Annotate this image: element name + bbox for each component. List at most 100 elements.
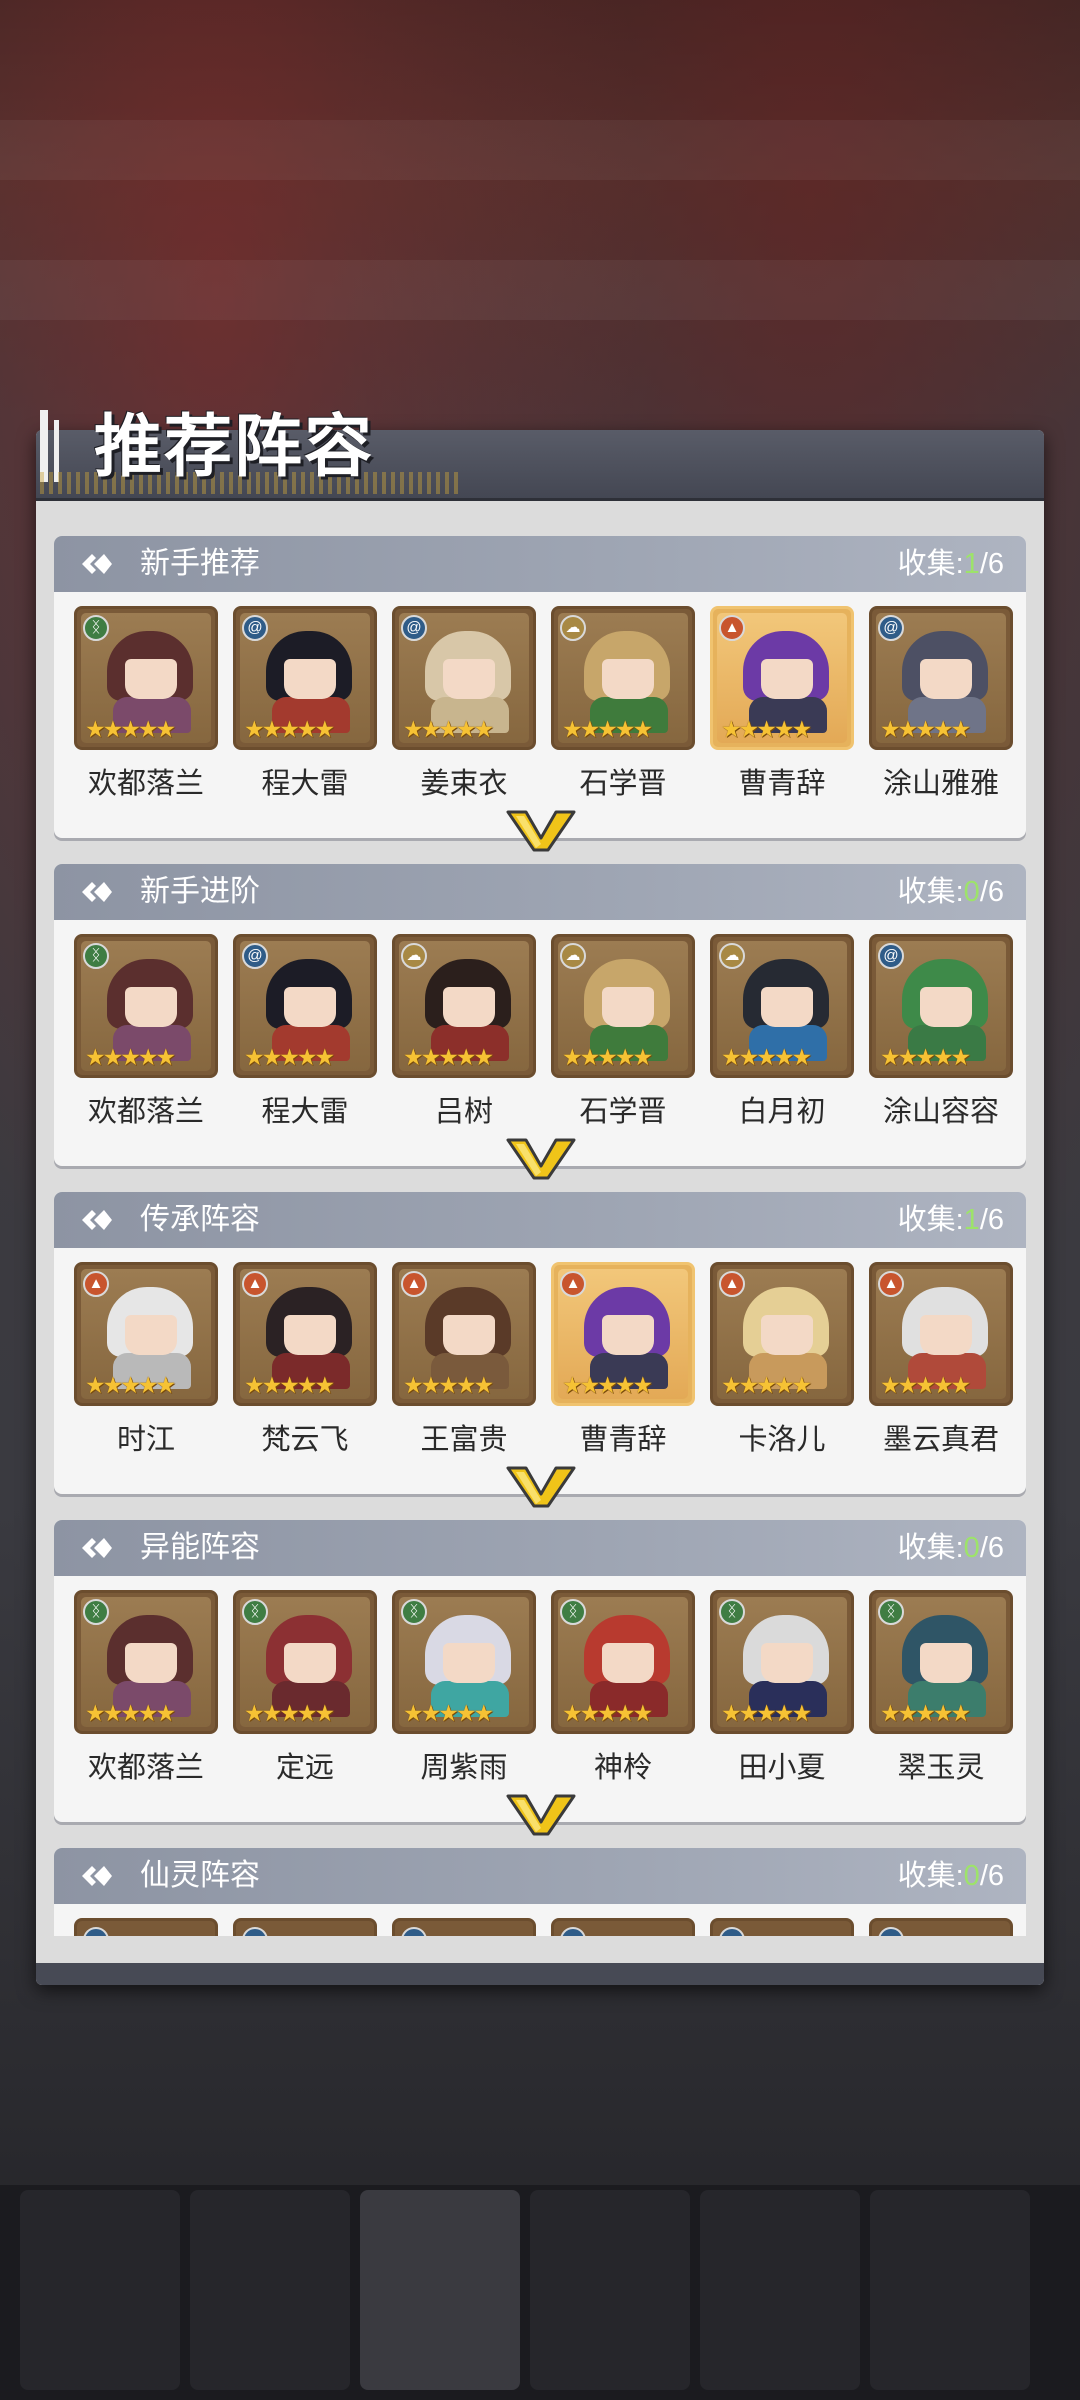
- section-header[interactable]: 仙灵阵容 收集:0/6: [54, 1848, 1026, 1904]
- hero-card[interactable]: ▲ ★★★★★: [551, 1262, 695, 1406]
- hero-face: [443, 1643, 495, 1683]
- hero-card[interactable]: ▲ ★★★★★: [710, 606, 854, 750]
- hero-card[interactable]: ᛝ ★★★★★: [74, 1590, 218, 1734]
- hero-card[interactable]: ᛝ ★★★★★: [551, 1590, 695, 1734]
- cloud-icon: ☁: [560, 615, 586, 641]
- star-rating: ★★★★★: [880, 1700, 971, 1726]
- hero-card[interactable]: @ ★★★★★: [233, 934, 377, 1078]
- hero-name: 涂山雅雅: [882, 768, 999, 800]
- hero-name: 吕树: [434, 1096, 493, 1128]
- hero-face: [125, 1643, 177, 1683]
- lineup-section: 传承阵容 收集:1/6 ▲ ★★★★★ 时江 ▲ ★★★★★ 梵云飞 ▲ ★★★★★ 王富贵 ▲ ★★★…: [54, 1192, 1026, 1508]
- hero-name: 欢都落兰: [87, 1752, 204, 1784]
- lineup-list[interactable]: 新手推荐 收集:1/6 ᛝ ★★★★★ 欢都落兰 @ ★★★★★ 程大雷 @ ★★★★★ 姜束衣 ☁ ★…: [54, 536, 1026, 1936]
- hero-name: 石学晋: [579, 768, 667, 800]
- star-rating: ★★★★★: [721, 1044, 812, 1070]
- hero-card[interactable]: ▲ ★★★★★: [233, 1262, 377, 1406]
- nav-tab[interactable]: [20, 2190, 180, 2390]
- page-title: 推荐阵容: [94, 409, 375, 485]
- swirl-icon: [560, 1927, 586, 1936]
- hero-name: 定远: [275, 1752, 334, 1784]
- collect-label: 收集:: [897, 548, 964, 580]
- star-rating: ★★★★★: [721, 1372, 812, 1398]
- panel-title-block: 推荐阵容: [40, 400, 460, 496]
- hero-card[interactable]: ▲ ★★★★★: [392, 1262, 536, 1406]
- hero-card[interactable]: [869, 1918, 1013, 1936]
- hero-card[interactable]: ☁ ★★★★★: [551, 934, 695, 1078]
- hero-card[interactable]: [74, 1918, 218, 1936]
- star-rating: ★★★★★: [403, 1700, 494, 1726]
- star-rating: ★★★★★: [880, 1044, 971, 1070]
- hero-card[interactable]: [233, 1918, 377, 1936]
- chevron-down-icon[interactable]: [506, 1464, 576, 1508]
- hero-face: [602, 987, 654, 1027]
- section-title: 仙灵阵容: [140, 1859, 260, 1892]
- collect-total: /6: [979, 1204, 1004, 1236]
- hero-face: [284, 659, 336, 699]
- hero-card[interactable]: ☁ ★★★★★: [710, 934, 854, 1078]
- hero-card[interactable]: ᛝ ★★★★★: [74, 606, 218, 750]
- collect-counter: 收集:0/6: [898, 1520, 1004, 1576]
- diamond-arrow-icon: [80, 876, 114, 908]
- hero-name: 周紫雨: [420, 1752, 508, 1784]
- section-header[interactable]: 新手进阶 收集:0/6: [54, 864, 1026, 920]
- hero-card[interactable]: ᛝ ★★★★★: [710, 1590, 854, 1734]
- swirl-icon: @: [878, 943, 904, 969]
- collect-got: 0: [963, 876, 980, 908]
- hero-card[interactable]: @ ★★★★★: [233, 606, 377, 750]
- flame-icon: ▲: [719, 615, 745, 641]
- hero-face: [125, 659, 177, 699]
- nav-tab[interactable]: [870, 2190, 1030, 2390]
- hero-card[interactable]: ᛝ ★★★★★: [392, 1590, 536, 1734]
- chevron-down-icon[interactable]: [506, 1136, 576, 1180]
- hero-face: [284, 987, 336, 1027]
- hero-card[interactable]: [710, 1918, 854, 1936]
- lineup-section: 仙灵阵容 收集:0/6: [54, 1848, 1026, 1936]
- nav-tab[interactable]: [700, 2190, 860, 2390]
- hero-card[interactable]: ▲ ★★★★★: [74, 1262, 218, 1406]
- hero-card[interactable]: ▲ ★★★★★: [869, 1262, 1013, 1406]
- hero-card[interactable]: ᛝ ★★★★★: [233, 1590, 377, 1734]
- section-header[interactable]: 传承阵容 收集:1/6: [54, 1192, 1026, 1248]
- hero-face: [602, 1643, 654, 1683]
- hero-card[interactable]: ᛝ ★★★★★: [74, 934, 218, 1078]
- hero-card[interactable]: @ ★★★★★: [869, 606, 1013, 750]
- flame-icon: ▲: [83, 1271, 109, 1297]
- hero-face: [602, 659, 654, 699]
- hero-card[interactable]: @ ★★★★★: [392, 606, 536, 750]
- hero-name: 王富贵: [420, 1424, 508, 1456]
- collect-total: /6: [979, 548, 1004, 580]
- star-rating: ★★★★★: [562, 716, 653, 742]
- collect-counter: 收集:1/6: [898, 1192, 1004, 1248]
- star-rating: ★★★★★: [880, 1372, 971, 1398]
- hero-card[interactable]: ▲ ★★★★★: [710, 1262, 854, 1406]
- hero-name: 程大雷: [261, 768, 349, 800]
- section-title: 新手进阶: [140, 875, 260, 908]
- chevron-down-icon[interactable]: [506, 808, 576, 852]
- hero-card[interactable]: ☁ ★★★★★: [551, 606, 695, 750]
- star-rating: ★★★★★: [562, 1044, 653, 1070]
- star-rating: ★★★★★: [403, 1372, 494, 1398]
- dna-icon: ᛝ: [401, 1599, 427, 1625]
- collect-label: 收集:: [897, 1532, 964, 1564]
- hero-card[interactable]: ᛝ ★★★★★: [869, 1590, 1013, 1734]
- section-header[interactable]: 新手推荐 收集:1/6: [54, 536, 1026, 592]
- flame-icon: ▲: [560, 1271, 586, 1297]
- collect-total: /6: [979, 1532, 1004, 1564]
- dna-icon: ᛝ: [242, 1599, 268, 1625]
- star-rating: ★★★★★: [880, 716, 971, 742]
- star-rating: ★★★★★: [403, 1044, 494, 1070]
- collect-got: 0: [963, 1532, 980, 1564]
- nav-tab[interactable]: [530, 2190, 690, 2390]
- nav-tab[interactable]: [190, 2190, 350, 2390]
- hero-card[interactable]: [551, 1918, 695, 1936]
- hero-name: 翠玉灵: [897, 1752, 985, 1784]
- swirl-icon: @: [401, 615, 427, 641]
- nav-tab[interactable]: [360, 2190, 520, 2390]
- hero-card[interactable]: ☁ ★★★★★: [392, 934, 536, 1078]
- chevron-down-icon[interactable]: [506, 1792, 576, 1836]
- hero-face: [284, 1315, 336, 1355]
- hero-card[interactable]: @ ★★★★★: [869, 934, 1013, 1078]
- section-header[interactable]: 异能阵容 收集:0/6: [54, 1520, 1026, 1576]
- hero-card[interactable]: [392, 1918, 536, 1936]
